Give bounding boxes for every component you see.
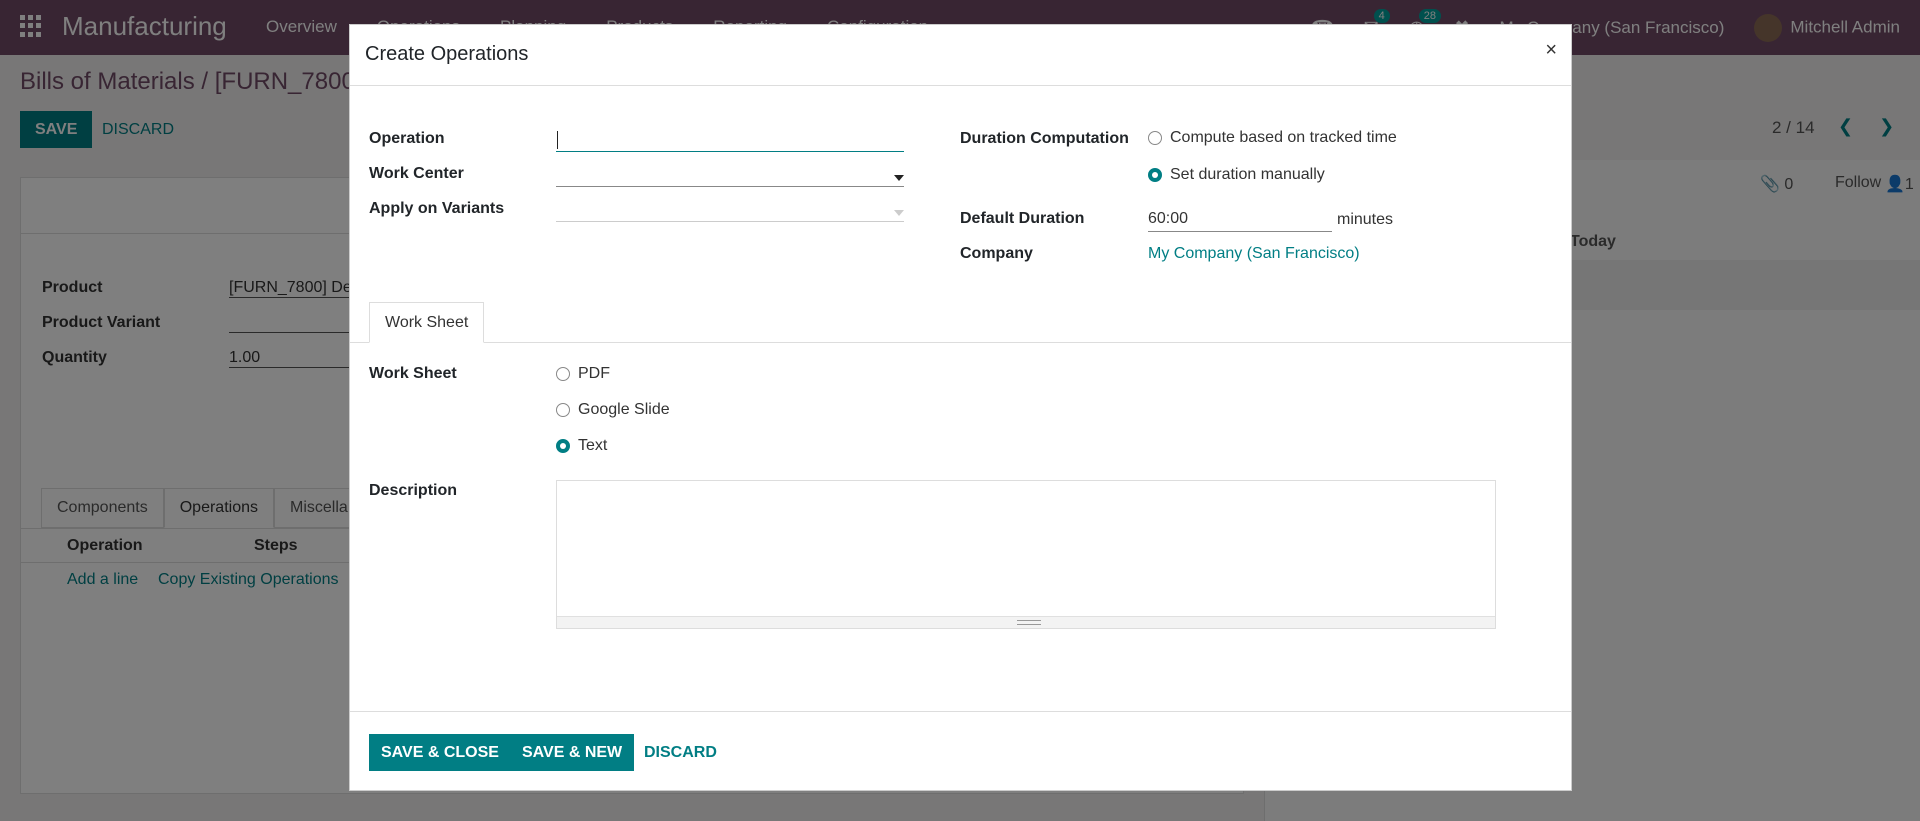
operation-label: Operation: [369, 130, 445, 147]
radio-dot: [556, 367, 570, 381]
duration-unit: minutes: [1337, 211, 1394, 228]
radio-label: Set duration manually: [1170, 166, 1325, 183]
operation-input[interactable]: [556, 126, 904, 152]
radio-set-duration-manually[interactable]: Set duration manually: [1148, 166, 1325, 184]
company-link[interactable]: My Company (San Francisco): [1148, 245, 1360, 263]
radio-dot: [1148, 131, 1162, 145]
chevron-down-icon[interactable]: [894, 210, 904, 216]
radio-pdf[interactable]: PDF: [556, 365, 610, 383]
tab-work-sheet[interactable]: Work Sheet: [369, 302, 485, 343]
default-duration-input[interactable]: [1148, 206, 1332, 232]
apply-on-variants-select[interactable]: [556, 196, 904, 222]
apply-on-variants-label: Apply on Variants: [369, 200, 505, 217]
radio-dot-checked: [1148, 168, 1162, 182]
radio-label: Text: [578, 437, 608, 454]
tabs-divider: [350, 342, 1571, 343]
company-label: Company: [960, 245, 1033, 262]
description-editor[interactable]: [556, 480, 1496, 629]
create-operations-dialog: Create Operations × Operation Work Cente…: [349, 24, 1572, 791]
description-label: Description: [369, 482, 458, 499]
duration-computation-label: Duration Computation: [960, 130, 1129, 147]
chevron-down-icon[interactable]: [894, 175, 904, 181]
radio-compute-tracked-time[interactable]: Compute based on tracked time: [1148, 129, 1397, 147]
work-center-label: Work Center: [369, 165, 464, 182]
radio-label: Compute based on tracked time: [1170, 129, 1397, 146]
modal-title: Create Operations: [365, 43, 529, 65]
work-sheet-label: Work Sheet: [369, 365, 457, 382]
close-icon[interactable]: ×: [1545, 39, 1557, 62]
discard-button[interactable]: DISCARD: [632, 734, 729, 771]
radio-google-slide[interactable]: Google Slide: [556, 401, 670, 419]
radio-text[interactable]: Text: [556, 437, 607, 455]
radio-dot-checked: [556, 439, 570, 453]
default-duration-label: Default Duration: [960, 210, 1085, 227]
modal-footer: SAVE & CLOSE SAVE & NEW DISCARD: [350, 711, 1571, 791]
radio-label: Google Slide: [578, 401, 670, 418]
save-and-new-button[interactable]: SAVE & NEW: [510, 734, 635, 771]
resize-bar[interactable]: [557, 616, 1495, 628]
modal-header: Create Operations ×: [350, 25, 1571, 86]
resize-handle-icon[interactable]: [1017, 620, 1041, 625]
save-and-close-button[interactable]: SAVE & CLOSE: [369, 734, 511, 771]
text-cursor: [557, 131, 558, 149]
radio-dot: [556, 403, 570, 417]
work-center-select[interactable]: [556, 161, 904, 187]
radio-label: PDF: [578, 365, 610, 382]
